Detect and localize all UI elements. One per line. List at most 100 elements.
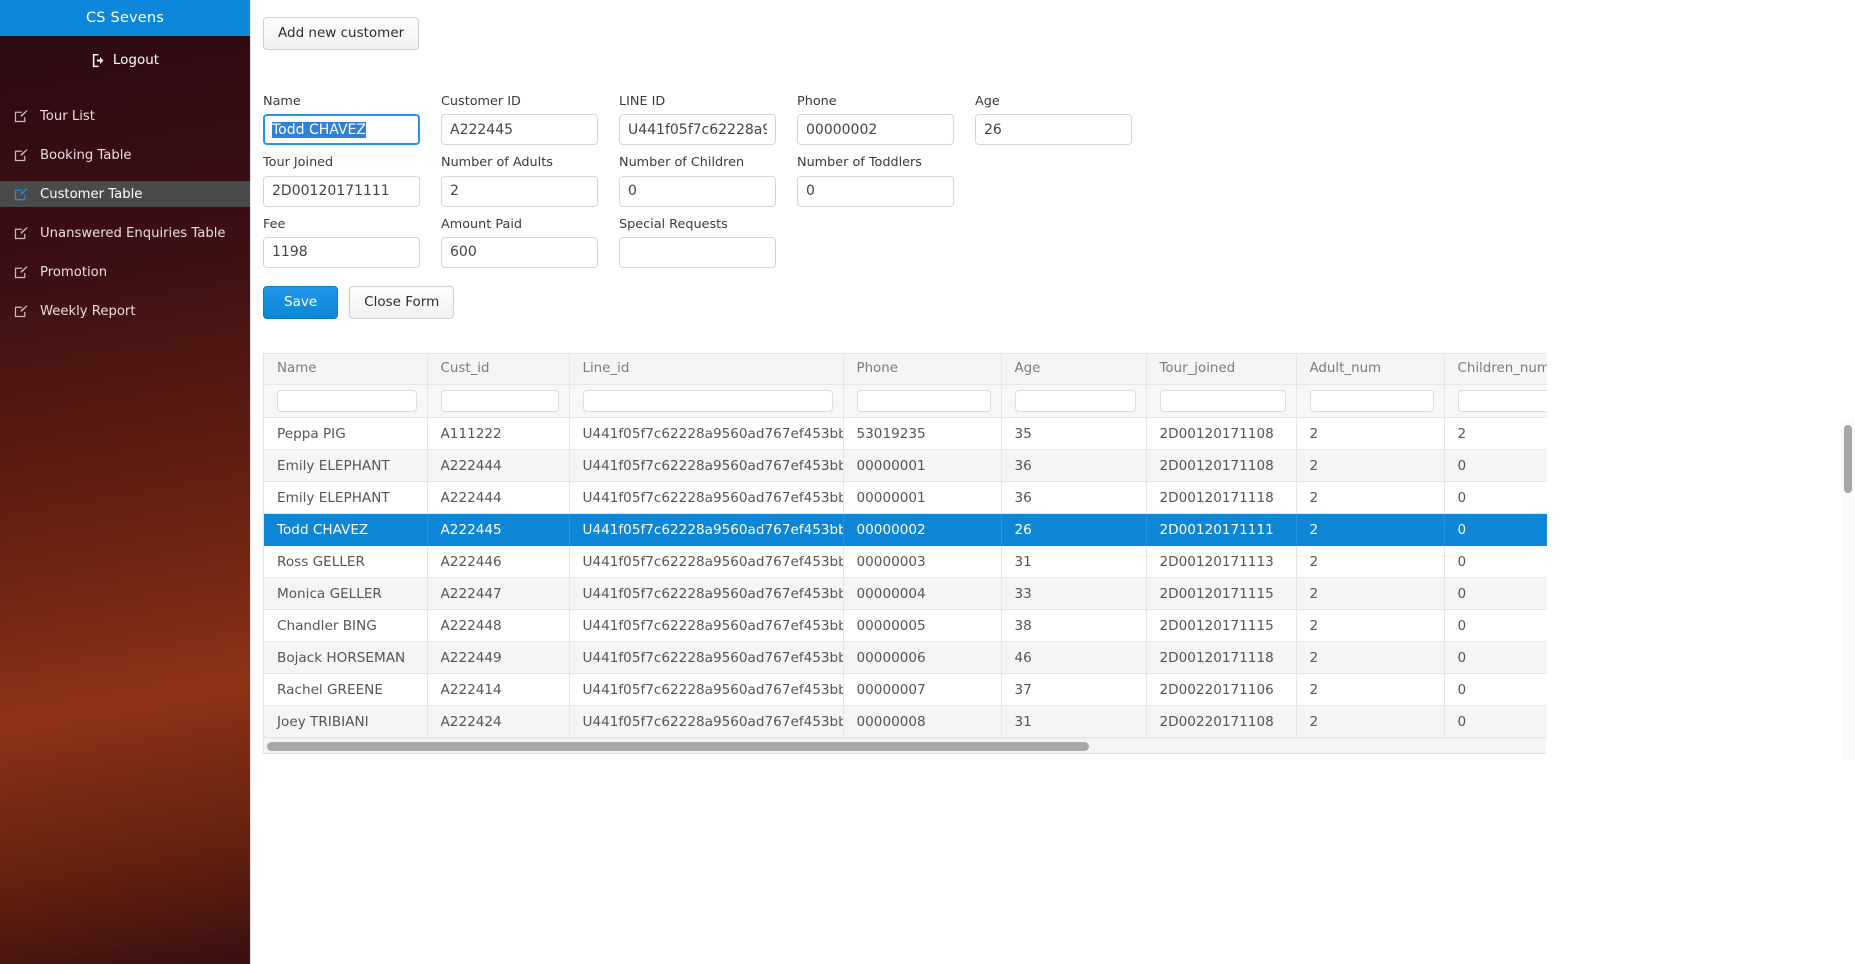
- form-row: Fee Amount Paid Special Requests: [263, 217, 1855, 268]
- field-label: Special Requests: [619, 216, 728, 232]
- filter-input-phone[interactable]: [856, 390, 991, 413]
- table-row[interactable]: Rachel GREENE A222414 U441f05f7c62228a9560…: [264, 673, 1547, 707]
- customer-id-input[interactable]: [441, 114, 598, 146]
- sidebar-item-tour-list[interactable]: Tour List: [0, 103, 250, 129]
- filter-input-line-id[interactable]: [582, 390, 833, 413]
- table-row[interactable]: Peppa PIG A111222 U441f05f7c62228a9560ad76…: [264, 417, 1547, 451]
- number-of-toddlers-input[interactable]: [797, 175, 954, 207]
- table-row[interactable]: Emily ELEPHANT A222444 U441f05f7c62228a956…: [264, 481, 1547, 515]
- filter-input-name[interactable]: [277, 390, 417, 413]
- sidebar-item-unanswered-enquiries-table[interactable]: Unanswered Enquiries Table: [0, 220, 250, 246]
- sidebar-item-promotion[interactable]: Promotion: [0, 259, 250, 285]
- cell-phone: 00000003: [843, 545, 1002, 579]
- filter-input-age[interactable]: [1014, 390, 1136, 413]
- cell-cust-id: A111222: [427, 417, 570, 451]
- sidebar-item-customer-table[interactable]: Customer Table: [0, 181, 250, 207]
- cell-adult-num: 2: [1296, 609, 1445, 643]
- cell-children-num: 2: [1444, 417, 1547, 451]
- table-row[interactable]: Emily ELEPHANT A222444 U441f05f7c62228a956…: [264, 449, 1547, 483]
- column-header-name[interactable]: Name: [264, 353, 428, 386]
- field-name: Name: [263, 94, 420, 146]
- line-id-input[interactable]: [619, 114, 776, 146]
- amount-paid-input[interactable]: [441, 236, 598, 268]
- table-row[interactable]: Todd CHAVEZ A222445 U441f05f7c62228a9560ad…: [264, 513, 1547, 547]
- filter-input-cust-id[interactable]: [440, 390, 559, 413]
- sidebar-item-booking-table[interactable]: Booking Table: [0, 142, 250, 168]
- main-panel: Add new customer Name Customer ID LINE I…: [250, 0, 1855, 964]
- sidebar-item-label: Booking Table: [40, 147, 132, 163]
- cell-name: Joey TRIBIANI: [264, 705, 428, 739]
- cell-tour-joined: 2D00120171118: [1146, 641, 1297, 675]
- table-row[interactable]: Ross GELLER A222446 U441f05f7c62228a9560ad…: [264, 545, 1547, 579]
- cell-cust-id: A222445: [427, 513, 570, 547]
- filter-input-adult-num[interactable]: [1309, 390, 1434, 413]
- cell-adult-num: 2: [1296, 513, 1445, 547]
- field-phone: Phone: [797, 94, 954, 146]
- cell-phone: 00000001: [843, 481, 1002, 515]
- field-tour-joined: Tour Joined: [263, 155, 420, 207]
- logout-button[interactable]: Logout: [0, 36, 250, 84]
- table-row[interactable]: Monica GELLER A222447 U441f05f7c62228a9560…: [264, 577, 1547, 611]
- field-number-of-adults: Number of Adults: [441, 155, 598, 207]
- horizontal-scrollbar[interactable]: [264, 738, 1546, 754]
- cell-phone: 00000001: [843, 449, 1002, 483]
- fee-input[interactable]: [263, 236, 420, 268]
- special-requests-input[interactable]: [619, 236, 776, 268]
- cell-line-id: U441f05f7c62228a9560ad767ef453bbe: [569, 705, 844, 739]
- sidebar-item-label: Weekly Report: [40, 303, 136, 319]
- filter-input-children-num[interactable]: [1457, 390, 1547, 413]
- table-body: Peppa PIG A111222 U441f05f7c62228a9560ad76…: [264, 417, 1547, 739]
- cell-cust-id: A222424: [427, 705, 570, 739]
- edit-square-icon: [14, 226, 34, 240]
- close-form-button[interactable]: Close Form: [349, 285, 455, 319]
- number-of-children-input[interactable]: [619, 175, 776, 207]
- column-header-cust-id[interactable]: Cust_id: [427, 353, 570, 386]
- table-row[interactable]: Joey TRIBIANI A222424 U441f05f7c62228a9560…: [264, 705, 1547, 739]
- cell-age: 33: [1001, 577, 1147, 611]
- vertical-scrollbar-thumb[interactable]: [1844, 425, 1852, 493]
- sidebar-item-weekly-report[interactable]: Weekly Report: [0, 298, 250, 324]
- table-row[interactable]: Bojack HORSEMAN A222449 U441f05f7c62228a95…: [264, 641, 1547, 675]
- tour-joined-input[interactable]: [263, 175, 420, 207]
- sidebar: CS Sevens Logout Tour List Booking Table…: [0, 0, 250, 964]
- save-button[interactable]: Save: [263, 285, 339, 319]
- column-header-adult-num[interactable]: Adult_num: [1296, 353, 1445, 386]
- add-new-customer-button[interactable]: Add new customer: [263, 17, 420, 50]
- number-of-adults-input[interactable]: [441, 175, 598, 207]
- sidebar-item-label: Customer Table: [40, 186, 143, 202]
- cell-age: 36: [1001, 449, 1147, 483]
- cell-phone: 00000004: [843, 577, 1002, 611]
- cell-cust-id: A222447: [427, 577, 570, 611]
- cell-cust-id: A222449: [427, 641, 570, 675]
- customer-table: Name Cust_id Line_id Phone Age Tour_join…: [263, 352, 1547, 755]
- cell-cust-id: A222414: [427, 673, 570, 707]
- app-window: CS Sevens Logout Tour List Booking Table…: [0, 0, 1855, 964]
- column-header-children-num[interactable]: Children_num: [1444, 353, 1547, 386]
- filter-input-tour-joined[interactable]: [1159, 390, 1286, 413]
- filter-cell: [1146, 384, 1297, 419]
- phone-input[interactable]: [797, 114, 954, 146]
- column-header-tour-joined[interactable]: Tour_joined: [1146, 353, 1297, 386]
- table-row[interactable]: Chandler BING A222448 U441f05f7c62228a9560…: [264, 609, 1547, 643]
- brand-title: CS Sevens: [0, 0, 250, 36]
- column-header-age[interactable]: Age: [1001, 353, 1147, 386]
- column-header-line-id[interactable]: Line_id: [569, 353, 844, 386]
- age-input[interactable]: [975, 114, 1132, 146]
- column-header-phone[interactable]: Phone: [843, 353, 1002, 386]
- cell-name: Ross GELLER: [264, 545, 428, 579]
- cell-phone: 00000005: [843, 609, 1002, 643]
- cell-age: 31: [1001, 545, 1147, 579]
- cell-line-id: U441f05f7c62228a9560ad767ef453bbe: [569, 577, 844, 611]
- horizontal-scrollbar-thumb[interactable]: [267, 742, 1089, 752]
- cell-line-id: U441f05f7c62228a9560ad767ef453bbe: [569, 513, 844, 547]
- table-header-row: Name Cust_id Line_id Phone Age Tour_join…: [264, 353, 1547, 386]
- cell-name: Chandler BING: [264, 609, 428, 643]
- field-label: Customer ID: [441, 93, 521, 109]
- field-label: Amount Paid: [441, 216, 523, 232]
- cell-children-num: 0: [1444, 513, 1547, 547]
- name-input[interactable]: [263, 114, 420, 146]
- table-filter-row: [264, 384, 1547, 419]
- cell-line-id: U441f05f7c62228a9560ad767ef453bbe: [569, 545, 844, 579]
